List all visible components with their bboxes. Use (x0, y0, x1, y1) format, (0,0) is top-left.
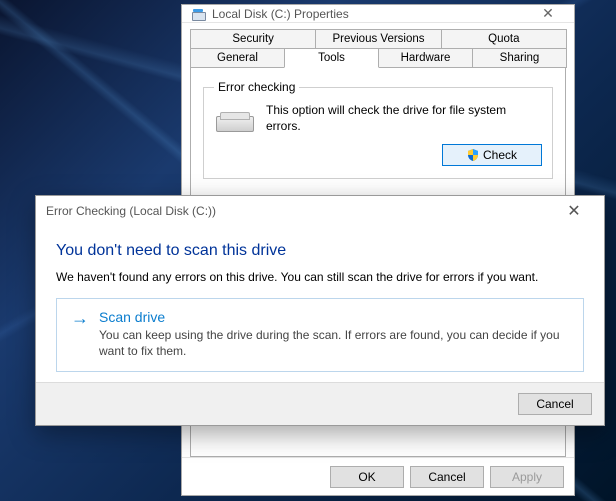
dialog-titlebar[interactable]: Error Checking (Local Disk (C:)) ✕ (36, 196, 604, 226)
tab-sharing[interactable]: Sharing (472, 48, 567, 68)
scan-drive-option[interactable]: → Scan drive You can keep using the driv… (56, 298, 584, 372)
disk-drive-icon (214, 106, 256, 136)
tab-quota[interactable]: Quota (441, 29, 567, 48)
dialog-heading: You don't need to scan this drive (56, 242, 584, 260)
arrow-right-icon: → (71, 309, 89, 359)
check-button-label: Check (483, 148, 517, 162)
error-checking-group: Error checking This option will check th… (203, 80, 553, 179)
option-title: Scan drive (99, 309, 569, 325)
tab-row-back: Security Previous Versions Quota (190, 29, 566, 48)
dialog-title: Error Checking (Local Disk (C:)) (46, 204, 216, 218)
tab-general[interactable]: General (190, 48, 285, 68)
close-icon[interactable]: ✕ (530, 5, 566, 22)
ok-button[interactable]: OK (330, 466, 404, 488)
apply-button[interactable]: Apply (490, 466, 564, 488)
cancel-button[interactable]: Cancel (410, 466, 484, 488)
dialog-body: You don't need to scan this drive We hav… (36, 226, 604, 382)
tab-hardware[interactable]: Hardware (378, 48, 473, 68)
tab-security[interactable]: Security (190, 29, 316, 48)
close-icon[interactable]: ✕ (554, 196, 594, 226)
shield-icon (467, 149, 479, 161)
drive-icon (190, 6, 206, 22)
group-legend: Error checking (214, 80, 299, 94)
window-title: Local Disk (C:) Properties (212, 7, 530, 21)
error-checking-desc: This option will check the drive for fil… (266, 102, 542, 136)
error-checking-dialog: Error Checking (Local Disk (C:)) ✕ You d… (35, 195, 605, 426)
cancel-button[interactable]: Cancel (518, 393, 592, 415)
titlebar[interactable]: Local Disk (C:) Properties ✕ (182, 5, 574, 23)
dialog-footer: Cancel (36, 382, 604, 425)
properties-footer: OK Cancel Apply (182, 457, 574, 496)
option-desc: You can keep using the drive during the … (99, 327, 569, 359)
tab-row-front: General Tools Hardware Sharing (190, 48, 566, 68)
dialog-message: We haven't found any errors on this driv… (56, 270, 584, 284)
check-button[interactable]: Check (442, 144, 542, 166)
tab-tools[interactable]: Tools (284, 48, 379, 68)
tab-previous-versions[interactable]: Previous Versions (315, 29, 441, 48)
